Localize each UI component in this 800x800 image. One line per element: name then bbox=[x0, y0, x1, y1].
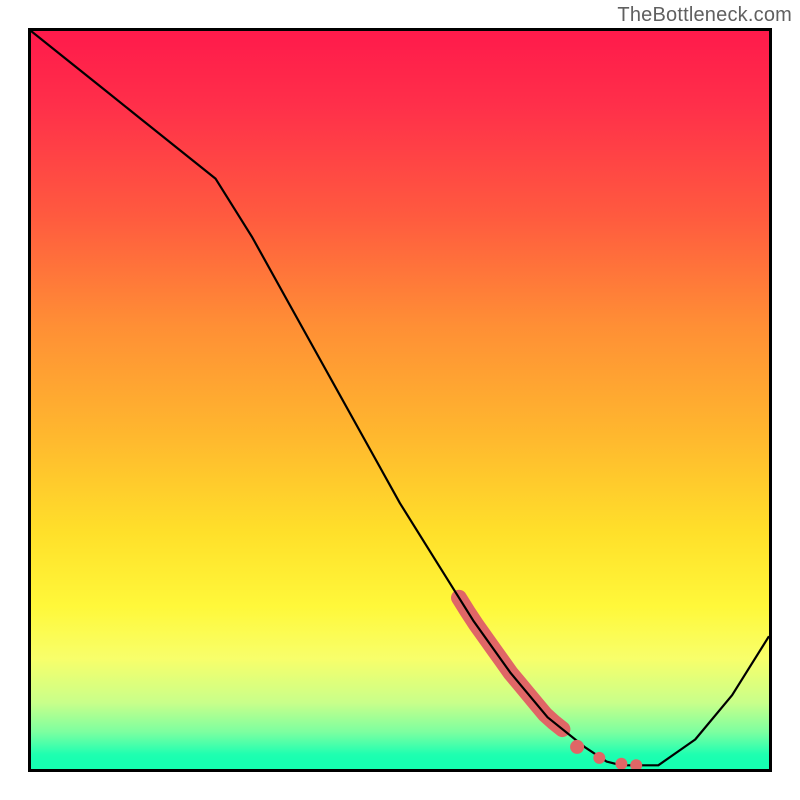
bottleneck-curve bbox=[31, 31, 769, 765]
highlight-thick-segment bbox=[459, 598, 562, 729]
curve-layer bbox=[31, 31, 769, 769]
highlight-dot bbox=[570, 740, 584, 754]
chart-container: TheBottleneck.com bbox=[0, 0, 800, 800]
highlight-dot bbox=[593, 752, 605, 764]
highlight-dot bbox=[630, 759, 642, 769]
watermark-text: TheBottleneck.com bbox=[617, 4, 792, 27]
highlight-dot bbox=[615, 758, 627, 769]
plot-frame bbox=[28, 28, 772, 772]
highlight-dots bbox=[570, 740, 642, 769]
